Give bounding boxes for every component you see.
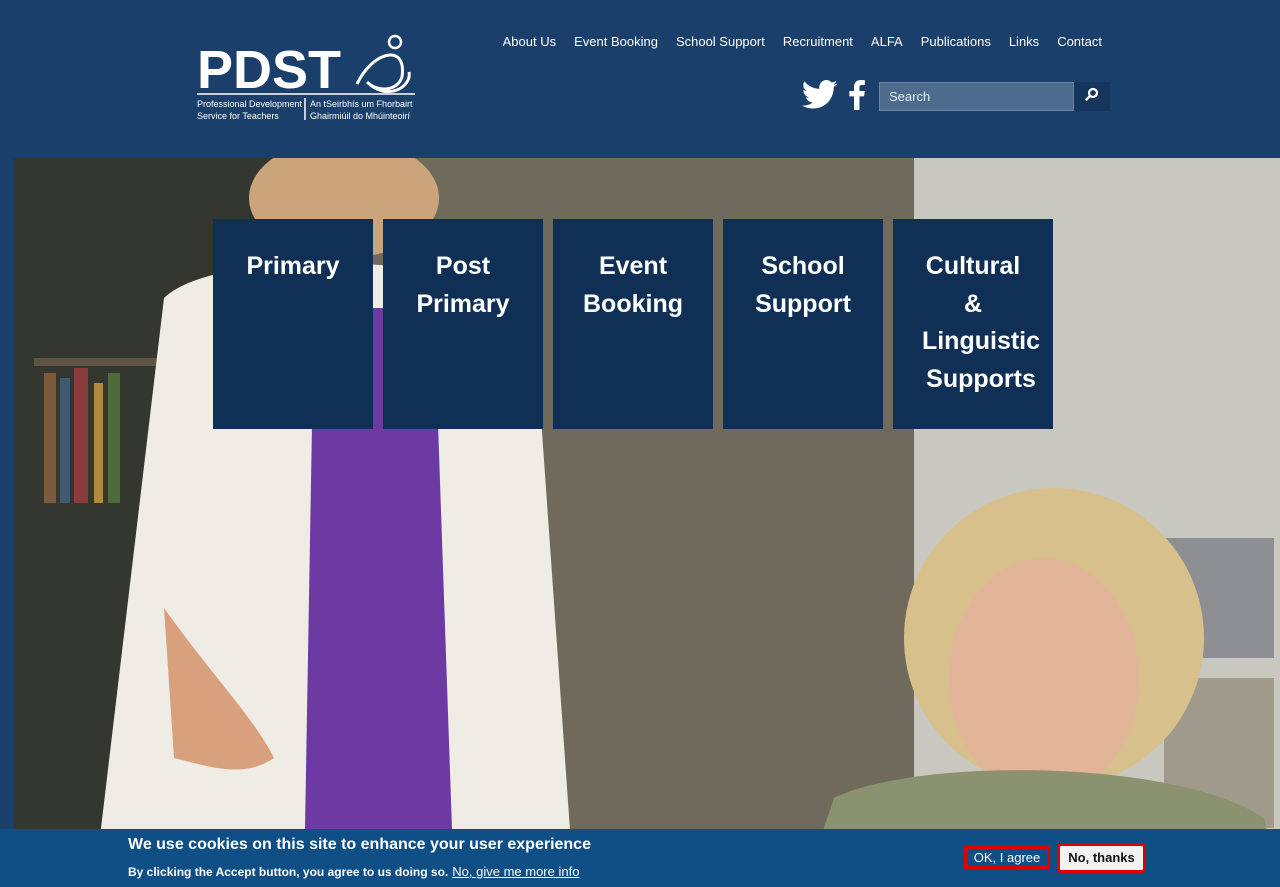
cookie-more-info-link[interactable]: No, give me more info	[452, 864, 579, 879]
tile-label: Support	[755, 289, 851, 318]
tile-event-booking[interactable]: Event Booking	[553, 219, 713, 429]
search-field-wrapper	[879, 82, 1074, 111]
tile-label: Primary	[246, 252, 340, 280]
tile-primary[interactable]: Primary	[213, 219, 373, 429]
tile-label: &	[963, 289, 983, 318]
tile-label: Linguistic	[921, 327, 1041, 355]
nav-school-support[interactable]: School Support	[667, 33, 774, 51]
tile-cultural-linguistic-supports[interactable]: Cultural & Linguistic Supports	[893, 219, 1053, 429]
search-icon	[1085, 87, 1099, 106]
social-links	[801, 80, 866, 115]
tile-label: Supports	[926, 364, 1036, 393]
main-nav: About Us Event Booking School Support Re…	[494, 33, 1111, 51]
nav-contact[interactable]: Contact	[1048, 33, 1111, 51]
tile-label: Event	[598, 252, 668, 280]
tile-label: Cultural	[925, 252, 1021, 280]
tile-post-primary[interactable]: Post Primary	[383, 219, 543, 429]
nav-recruitment[interactable]: Recruitment	[774, 33, 862, 51]
logo-sub-ga-2: Ghairmiúil do Mhúinteoirí	[310, 111, 411, 121]
tile-label: Post	[435, 252, 491, 280]
cookie-text: By clicking the Accept button, you agree…	[128, 864, 579, 879]
nav-publications[interactable]: Publications	[912, 33, 1000, 51]
search-button[interactable]	[1074, 82, 1110, 111]
nav-links[interactable]: Links	[1000, 33, 1048, 51]
site-header: PDST Professional Development Service fo…	[0, 0, 1280, 158]
search-input[interactable]	[880, 83, 1073, 110]
facebook-icon[interactable]	[848, 80, 866, 115]
logo-sub-ga-1: An tSeirbhís um Fhorbairt	[310, 99, 413, 109]
logo-text: PDST	[197, 40, 341, 100]
cookie-agree-button[interactable]: OK, I agree	[964, 846, 1050, 869]
cookie-decline-button[interactable]: No, thanks	[1057, 843, 1146, 873]
tile-school-support[interactable]: School Support	[723, 219, 883, 429]
tile-label: Booking	[583, 289, 683, 318]
nav-event-booking[interactable]: Event Booking	[565, 33, 667, 51]
twitter-icon[interactable]	[801, 80, 838, 115]
logo-sub-en-1: Professional Development	[197, 99, 303, 109]
cookie-title: We use cookies on this site to enhance y…	[128, 836, 591, 853]
nav-about-us[interactable]: About Us	[494, 33, 565, 51]
tile-label: School	[761, 252, 845, 280]
cookie-message: By clicking the Accept button, you agree…	[128, 865, 449, 879]
pdst-logo[interactable]: PDST Professional Development Service fo…	[197, 32, 415, 124]
category-tiles: Primary Post Primary Event Booking Schoo…	[213, 219, 1053, 429]
logo-sub-en-2: Service for Teachers	[197, 111, 279, 121]
nav-alfa[interactable]: ALFA	[862, 33, 912, 51]
tile-label: Primary	[416, 289, 510, 318]
